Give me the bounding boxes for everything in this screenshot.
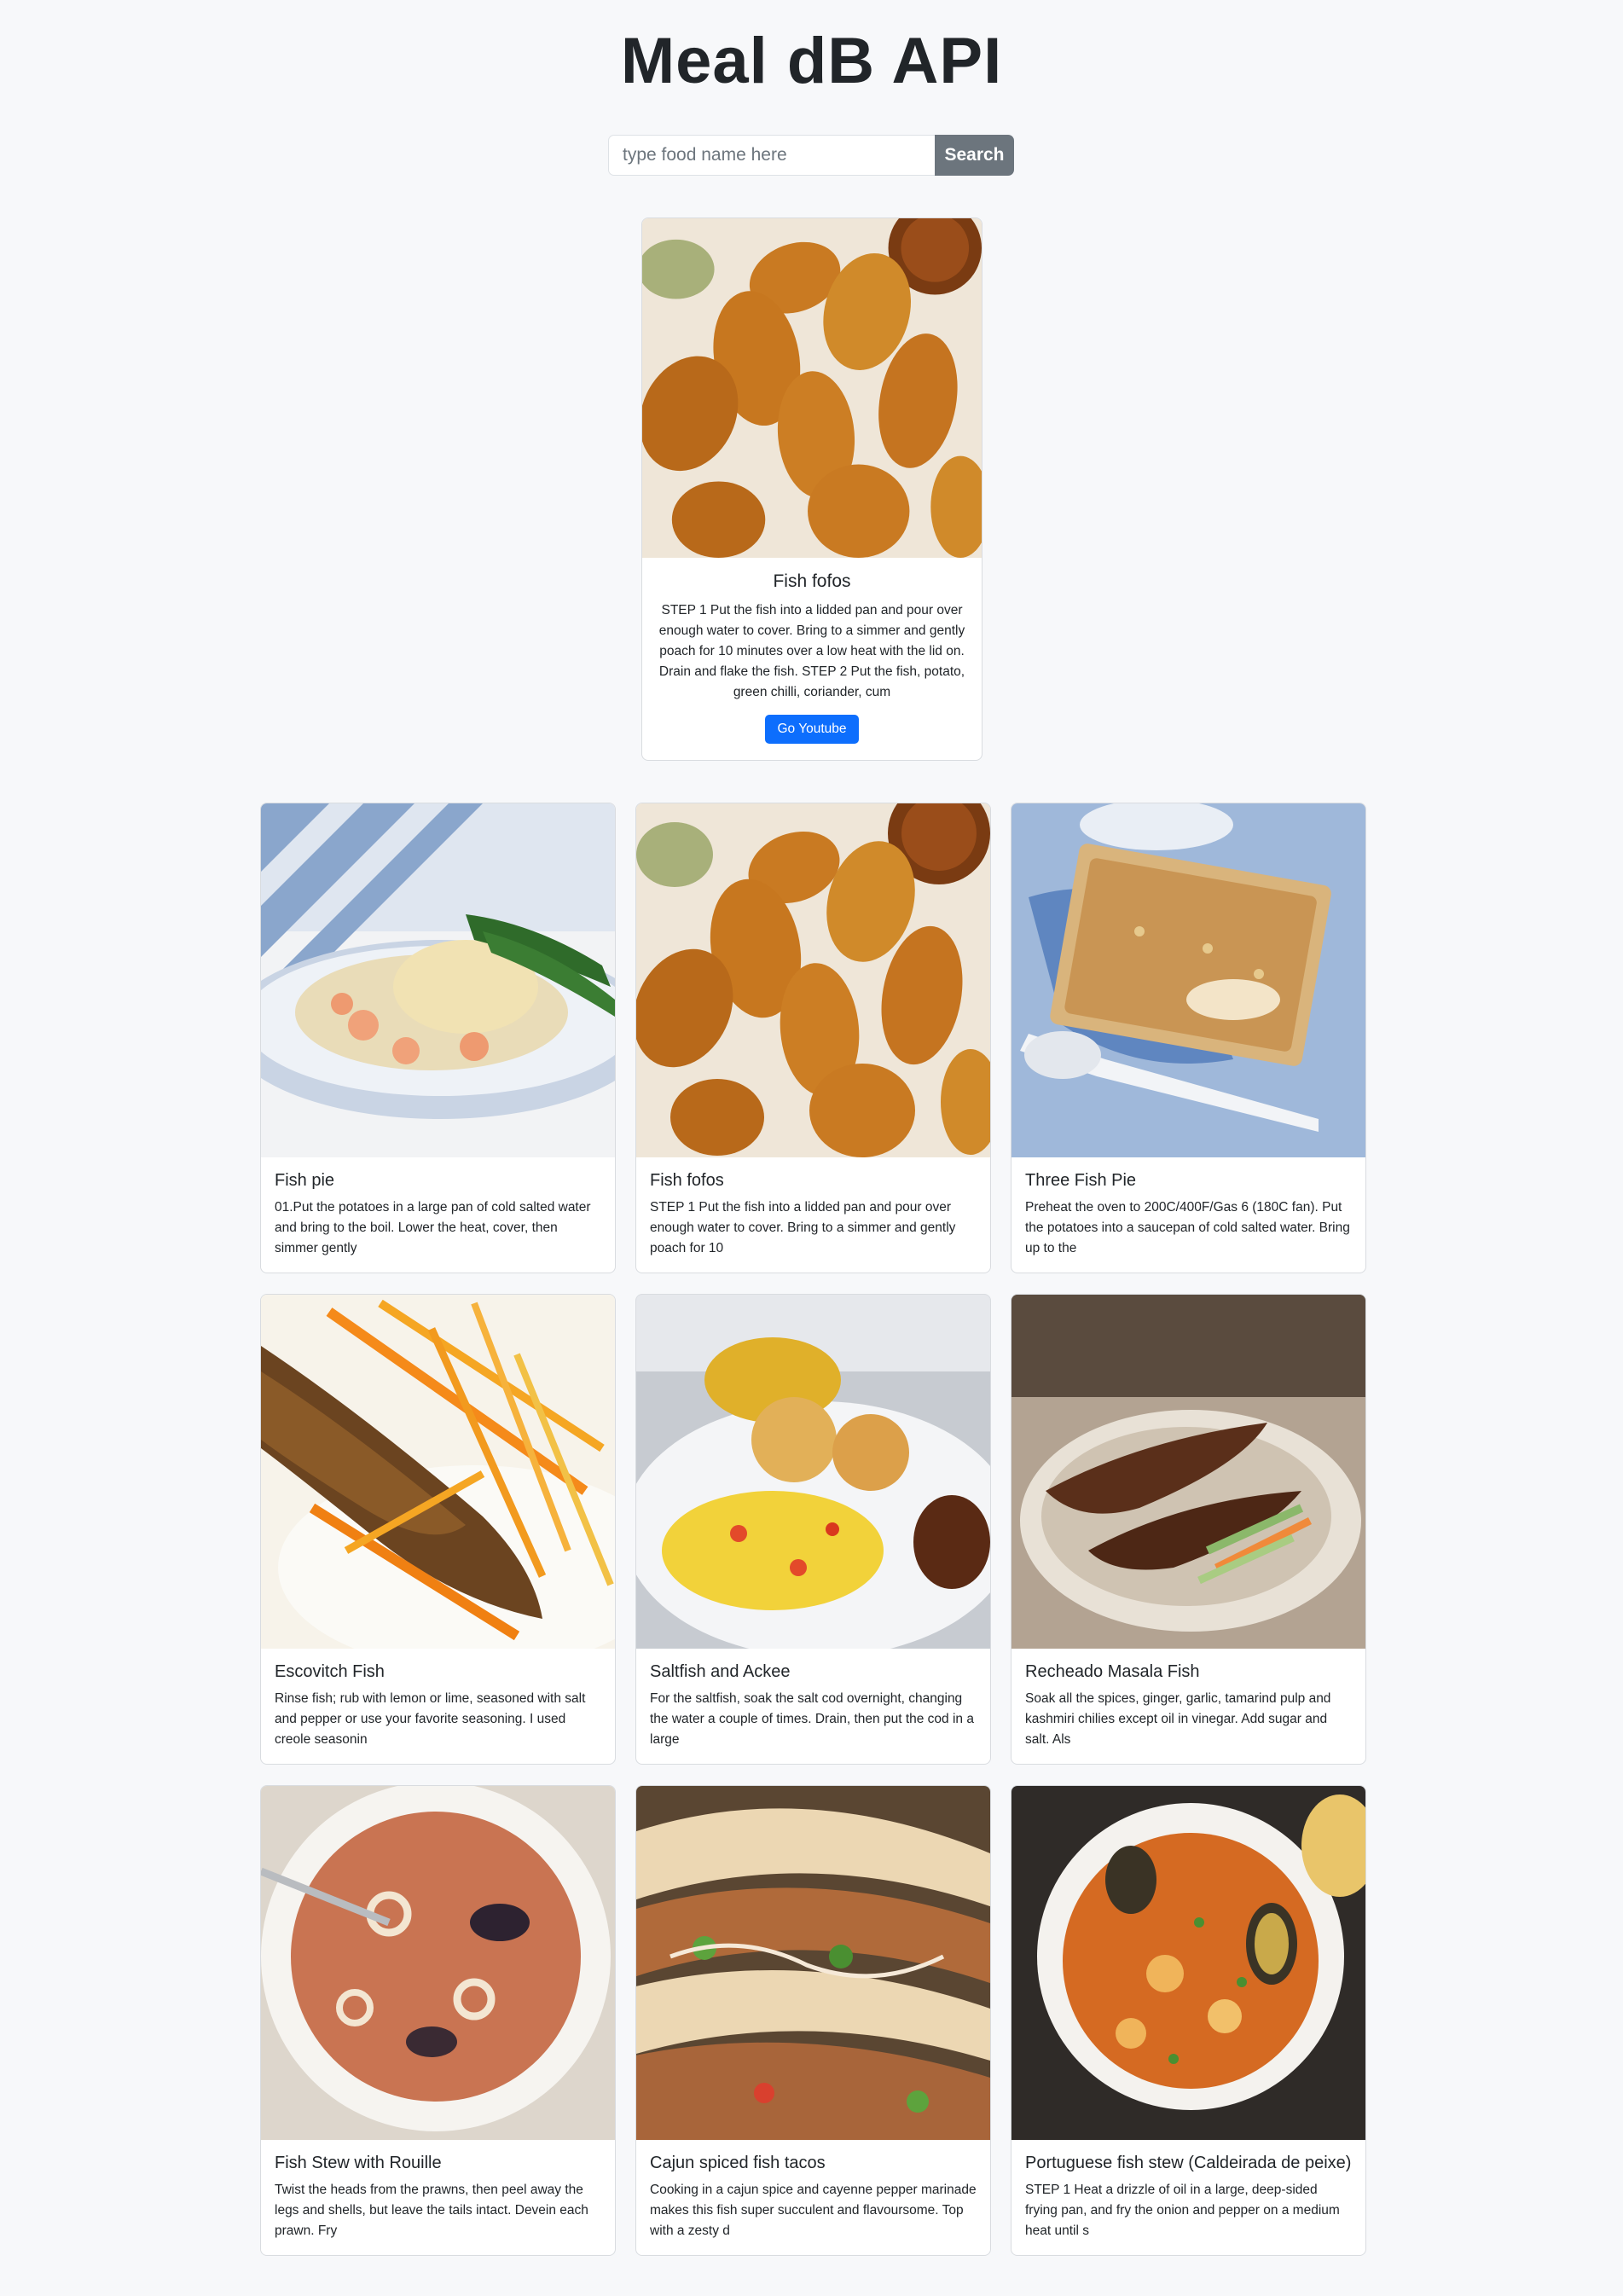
search-input[interactable] [608, 135, 935, 176]
meal-card-body: Fish fofos STEP 1 Put the fish into a li… [636, 1157, 990, 1259]
card-title: Escovitch Fish [275, 1662, 385, 1681]
card-text: Rinse fish; rub with lemon or lime, seas… [275, 1691, 586, 1747]
card-title: Saltfish and Ackee [650, 1662, 791, 1681]
meal-card-body: Cajun spiced fish tacos Cooking in a caj… [636, 2140, 990, 2241]
card-title: Cajun spiced fish tacos [650, 2154, 826, 2172]
recheado-masala-fish-image [1011, 1295, 1365, 1649]
meal-card[interactable]: Fish pie 01.Put the potatoes in a large … [260, 803, 616, 1273]
three-fish-pie-image [1011, 803, 1365, 1157]
card-text: STEP 1 Heat a drizzle of oil in a large,… [1025, 2183, 1340, 2238]
search-button[interactable]: Search [935, 135, 1014, 176]
card-title: Portuguese fish stew (Caldeirada de peix… [1025, 2154, 1352, 2172]
meal-card[interactable]: Cajun spiced fish tacos Cooking in a caj… [635, 1785, 991, 2256]
card-text: For the saltfish, soak the salt cod over… [650, 1691, 974, 1747]
page-title: Meal dB API [620, 25, 1003, 97]
card-title: Fish fofos [773, 571, 851, 591]
meal-card[interactable]: Recheado Masala Fish Soak all the spices… [1011, 1294, 1366, 1765]
fish-stew-rouille-image [261, 1786, 615, 2140]
card-title: Three Fish Pie [1025, 1171, 1137, 1190]
card-text: Soak all the spices, ginger, garlic, tam… [1025, 1691, 1331, 1747]
saltfish-ackee-image [636, 1295, 990, 1649]
escovitch-fish-image [261, 1295, 615, 1649]
fish-fofos-image [636, 803, 990, 1157]
fish-pie-image [261, 803, 615, 1157]
meal-card-body: Fish pie 01.Put the potatoes in a large … [261, 1157, 615, 1259]
card-text: STEP 1 Put the fish into a lidded pan an… [650, 1200, 956, 1255]
meal-card[interactable]: Escovitch Fish Rinse fish; rub with lemo… [260, 1294, 616, 1765]
search-bar: Search [608, 135, 1014, 176]
meal-card[interactable]: Portuguese fish stew (Caldeirada de peix… [1011, 1785, 1366, 2256]
portuguese-fish-stew-image [1011, 1786, 1365, 2140]
meal-card[interactable]: Three Fish Pie Preheat the oven to 200C/… [1011, 803, 1366, 1273]
meal-card[interactable]: Saltfish and Ackee For the saltfish, soa… [635, 1294, 991, 1765]
featured-card-body: Fish fofos STEP 1 Put the fish into a li… [642, 558, 982, 744]
card-text: STEP 1 Put the fish into a lidded pan an… [658, 603, 965, 699]
card-text: Twist the heads from the prawns, then pe… [275, 2183, 588, 2238]
card-text: Preheat the oven to 200C/400F/Gas 6 (180… [1025, 1200, 1350, 1255]
card-title: Recheado Masala Fish [1025, 1662, 1200, 1681]
meal-card-body: Portuguese fish stew (Caldeirada de peix… [1011, 2140, 1365, 2241]
meal-card-body: Saltfish and Ackee For the saltfish, soa… [636, 1649, 990, 1750]
card-title: Fish fofos [650, 1171, 724, 1190]
meal-card-body: Fish Stew with Rouille Twist the heads f… [261, 2140, 615, 2241]
featured-meal-card: Fish fofos STEP 1 Put the fish into a li… [641, 217, 982, 761]
go-youtube-button[interactable]: Go Youtube [765, 715, 859, 744]
card-text: 01.Put the potatoes in a large pan of co… [275, 1200, 591, 1255]
card-text: Cooking in a cajun spice and cayenne pep… [650, 2183, 977, 2238]
cajun-fish-tacos-image [636, 1786, 990, 2140]
card-title: Fish pie [275, 1171, 335, 1190]
meal-card-body: Escovitch Fish Rinse fish; rub with lemo… [261, 1649, 615, 1750]
meal-card-body: Recheado Masala Fish Soak all the spices… [1011, 1649, 1365, 1750]
meal-card[interactable]: Fish Stew with Rouille Twist the heads f… [260, 1785, 616, 2256]
card-title: Fish Stew with Rouille [275, 2154, 442, 2172]
meal-card-body: Three Fish Pie Preheat the oven to 200C/… [1011, 1157, 1365, 1259]
meal-card[interactable]: Fish fofos STEP 1 Put the fish into a li… [635, 803, 991, 1273]
fish-fofos-image [642, 218, 982, 558]
